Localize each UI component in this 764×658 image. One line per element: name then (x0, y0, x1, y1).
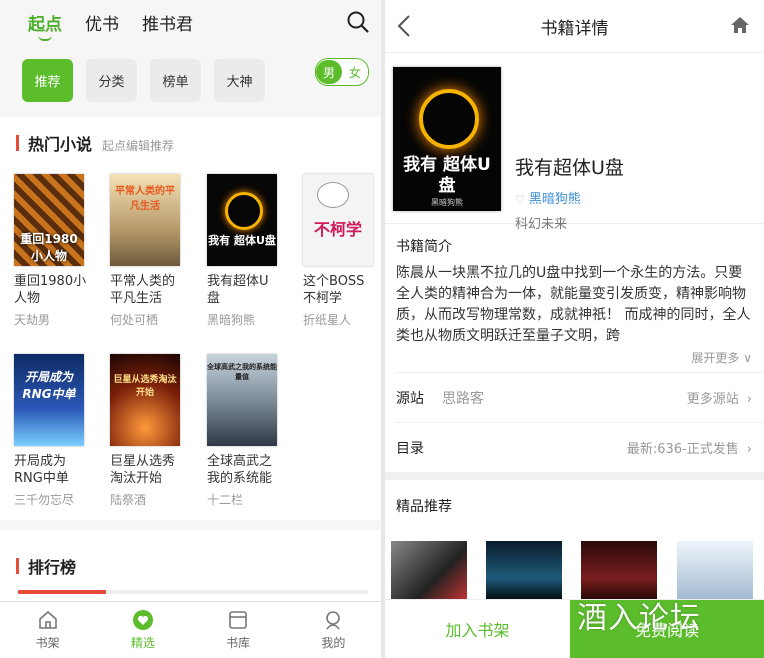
person-icon: ♡ (515, 193, 525, 206)
gender-male[interactable]: 男 (316, 60, 342, 84)
intro-heading: 书籍简介 (396, 239, 452, 255)
search-icon[interactable] (347, 11, 369, 37)
nav-featured[interactable]: 精选 (95, 602, 190, 658)
book-intro: 书籍简介 陈晨从一块黑不拉几的U盘中找到一个永生的方法。只要全人类的精神合为一体… (385, 224, 764, 372)
chip-master[interactable]: 大神 (214, 58, 265, 102)
book-title: 重回1980小人物 (14, 274, 87, 306)
recommend-title: 精品推荐 (396, 499, 452, 515)
book-author: 折纸星人 (303, 313, 352, 327)
book-cover[interactable]: 不柯学 (303, 174, 373, 266)
book-author: 何处可栖 (110, 313, 159, 327)
home-icon[interactable] (730, 16, 750, 38)
expand-more-button[interactable]: 展开更多 ∨ (691, 349, 752, 366)
tab-tuishujun[interactable]: 推书君 (142, 10, 193, 35)
gender-female[interactable]: 女 (342, 64, 368, 81)
action-bar: 加入书架 免费阅读 (385, 599, 764, 658)
source-row[interactable]: 源站 思路客 更多源站 › (396, 372, 764, 422)
book-title: 全球高武之我的系统能 (207, 454, 273, 486)
chip-category[interactable]: 分类 (86, 58, 137, 102)
gender-toggle[interactable]: 男 女 (315, 58, 369, 86)
book-item[interactable]: 开局成为 RNG中单 开局成为RNG中单 三千勿忘尽 (14, 354, 94, 508)
section-title[interactable]: 排行榜 (28, 554, 76, 578)
book-title: 这个BOSS不柯学 (303, 274, 365, 306)
add-to-shelf-button[interactable]: 加入书架 (385, 600, 570, 658)
intro-text: 陈晨从一块黑不拉几的U盘中找到一个永生的方法。只要全人类的精神合为一体，就能量变… (396, 265, 751, 344)
recommend-cover[interactable] (391, 541, 467, 603)
house-icon (38, 610, 57, 629)
book-cover[interactable]: 巨星从选秀淘汰开始 (110, 354, 180, 446)
section-subtitle: 起点编辑推荐 (102, 139, 175, 153)
book-author: 三千勿忘尽 (14, 493, 75, 507)
book-item[interactable]: 重回1980 小人物 重回1980小人物 天劫男 (14, 174, 94, 328)
chevron-down-icon: ∨ (739, 351, 752, 365)
book-name: 我有超体U盘 (515, 157, 624, 179)
latest-chapter: 最新:636-正式发售 (626, 442, 739, 457)
bottom-nav: 书架 精选 书库 我的 (0, 601, 381, 658)
book-title: 开局成为RNG中单 (14, 454, 69, 486)
book-author: 天劫男 (14, 313, 51, 327)
chip-recommend[interactable]: 推荐 (22, 58, 73, 102)
book-title: 我有超体U盘 (207, 274, 269, 306)
book-cover[interactable]: 平常人类的平凡生活 (110, 174, 180, 266)
watermark: 酒入论坛 (577, 601, 701, 636)
book-cover[interactable]: 开局成为 RNG中单 (14, 354, 84, 446)
book-author: 黑暗狗熊 (207, 313, 256, 327)
chevron-right-icon: › (746, 442, 752, 457)
top-tabs: 起点 优书 推书君 (0, 0, 381, 45)
recommend-cover[interactable] (486, 541, 562, 603)
book-item[interactable]: 不柯学 这个BOSS不柯学 折纸星人 (303, 174, 381, 328)
book-item[interactable]: 我有 超体U盘 我有超体U盘 黑暗狗熊 (207, 174, 287, 328)
heart-icon (132, 610, 153, 630)
category-chips: 推荐 分类 榜单 大神 男 女 (0, 45, 381, 115)
nav-profile[interactable]: 我的 (286, 602, 381, 658)
book-author: 陆祭酒 (110, 493, 147, 507)
book-item[interactable]: 全球高武之我的系统能量值 全球高武之我的系统能 十二栏 (207, 354, 287, 508)
book-item[interactable]: 巨星从选秀淘汰开始 巨星从选秀淘汰开始 陆祭酒 (110, 354, 190, 508)
library-icon (229, 611, 247, 629)
book-cover[interactable]: 我有 超体U盘 (207, 174, 277, 266)
book-title: 巨星从选秀淘汰开始 (110, 454, 176, 486)
toc-row[interactable]: 目录 最新:636-正式发售 › (396, 422, 764, 472)
book-cover: 我有 超体U盘 黑暗狗熊 (393, 67, 501, 211)
tab-qidian[interactable]: 起点 (28, 10, 62, 41)
section-bar (16, 558, 19, 574)
chevron-right-icon: › (746, 392, 752, 407)
more-sources-link[interactable]: 更多源站 (687, 392, 739, 407)
chip-ranking[interactable]: 榜单 (150, 58, 201, 102)
book-cover[interactable]: 重回1980 小人物 (14, 174, 84, 266)
nav-bookshelf[interactable]: 书架 (0, 602, 95, 658)
page-title: 书籍详情 (540, 18, 609, 39)
book-item[interactable]: 平常人类的平凡生活 平常人类的平凡生活 何处可栖 (110, 174, 190, 328)
author-link[interactable]: ♡ 黑暗狗熊 (515, 188, 581, 207)
home-screen: 起点 优书 推书君 推荐 分类 榜单 大神 男 女 热门小说 起点编辑推荐 重回… (0, 0, 381, 658)
book-info: 我有 超体U盘 黑暗狗熊 我有超体U盘 ♡ 黑暗狗熊 科幻未来 (385, 53, 764, 232)
book-author: 十二栏 (207, 493, 244, 507)
section-bar (16, 135, 19, 151)
book-cover[interactable]: 全球高武之我的系统能量值 (207, 354, 277, 446)
nav-library[interactable]: 书库 (191, 602, 286, 658)
tab-youshu[interactable]: 优书 (85, 10, 119, 35)
profile-icon (326, 611, 341, 630)
book-title: 平常人类的平凡生活 (110, 274, 176, 306)
back-icon[interactable] (397, 14, 411, 42)
hot-novels-section: 热门小说 起点编辑推荐 重回1980 小人物 重回1980小人物 天劫男 平常人… (0, 117, 381, 520)
ranking-tab-indicator (18, 590, 368, 594)
section-title: 热门小说 (28, 135, 93, 154)
book-detail-screen: 书籍详情 我有 超体U盘 黑暗狗熊 我有超体U盘 ♡ 黑暗狗熊 科幻未来 书籍简介… (385, 0, 764, 658)
detail-header: 书籍详情 (385, 0, 764, 53)
